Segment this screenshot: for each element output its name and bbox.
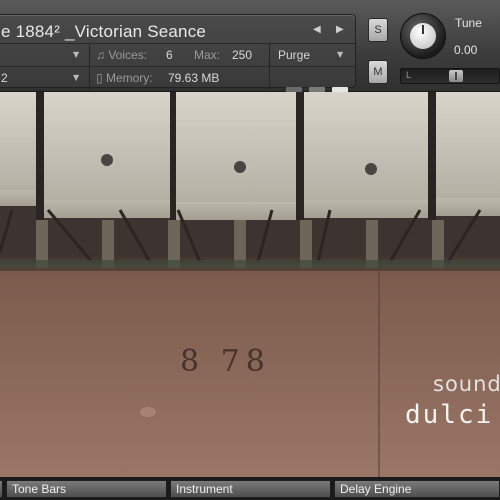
max-label: Max: xyxy=(194,48,221,62)
memory-label: Memory: xyxy=(105,71,153,85)
memory-icon: ▯ xyxy=(96,71,103,85)
tab-instrument[interactable]: Instrument xyxy=(170,480,331,498)
purge-dropdown-caret-icon[interactable]: ▼ xyxy=(337,50,343,59)
divider xyxy=(89,44,90,89)
memory-readout: ▯ Memory: xyxy=(96,70,153,86)
pan-slider[interactable]: L xyxy=(400,68,500,84)
brand-logo-sound: sound xyxy=(433,372,500,396)
midi-channel-value[interactable]: 2 xyxy=(1,70,8,86)
pan-slider-handle[interactable] xyxy=(449,70,463,82)
solo-button[interactable]: S xyxy=(368,18,388,42)
instrument-header: e 1884² _Victorian Seance ◀ ▶ ▼ ♫ Voices… xyxy=(0,0,500,94)
tab-delay-engine[interactable]: Delay Engine xyxy=(334,480,500,498)
pan-left-label: L xyxy=(406,70,412,80)
tab-tone-bars[interactable]: Tone Bars xyxy=(6,480,167,498)
max-voices-value[interactable]: 250 xyxy=(232,47,252,63)
tune-knob[interactable] xyxy=(400,13,446,59)
mute-button[interactable]: M xyxy=(368,60,388,84)
previous-instrument-arrow-icon[interactable]: ◀ xyxy=(313,24,321,35)
serial-number-stamp: 8 78 xyxy=(180,344,271,379)
voices-readout: ♫ Voices: xyxy=(96,47,147,63)
next-instrument-arrow-icon[interactable]: ▶ xyxy=(336,24,344,35)
tune-knob-cap xyxy=(410,23,436,49)
purge-button[interactable]: Purge xyxy=(278,47,310,63)
divider xyxy=(269,44,270,89)
brand-logo-dulci: dulci xyxy=(405,400,494,430)
voices-icon: ♫ xyxy=(96,48,105,62)
bottom-tab-bar: Tone Bars Instrument Delay Engine xyxy=(0,477,500,500)
voices-value: 6 xyxy=(166,48,173,62)
tab-partial[interactable] xyxy=(0,480,3,498)
voices-label: Voices: xyxy=(108,48,148,62)
divider xyxy=(0,66,355,67)
midi-dropdown-caret-icon[interactable]: ▼ xyxy=(73,73,79,82)
tune-value[interactable]: 0.00 xyxy=(454,43,477,57)
output-dropdown-caret-icon[interactable]: ▼ xyxy=(73,50,79,59)
tune-label: Tune xyxy=(455,16,482,30)
instrument-info-panel: e 1884² _Victorian Seance ◀ ▶ ▼ ♫ Voices… xyxy=(0,14,356,94)
instrument-background-image: 8 78 sound dulci xyxy=(0,92,500,477)
divider xyxy=(0,43,355,44)
memory-value: 79.63 MB xyxy=(168,71,220,85)
instrument-title[interactable]: e 1884² _Victorian Seance xyxy=(1,19,206,45)
